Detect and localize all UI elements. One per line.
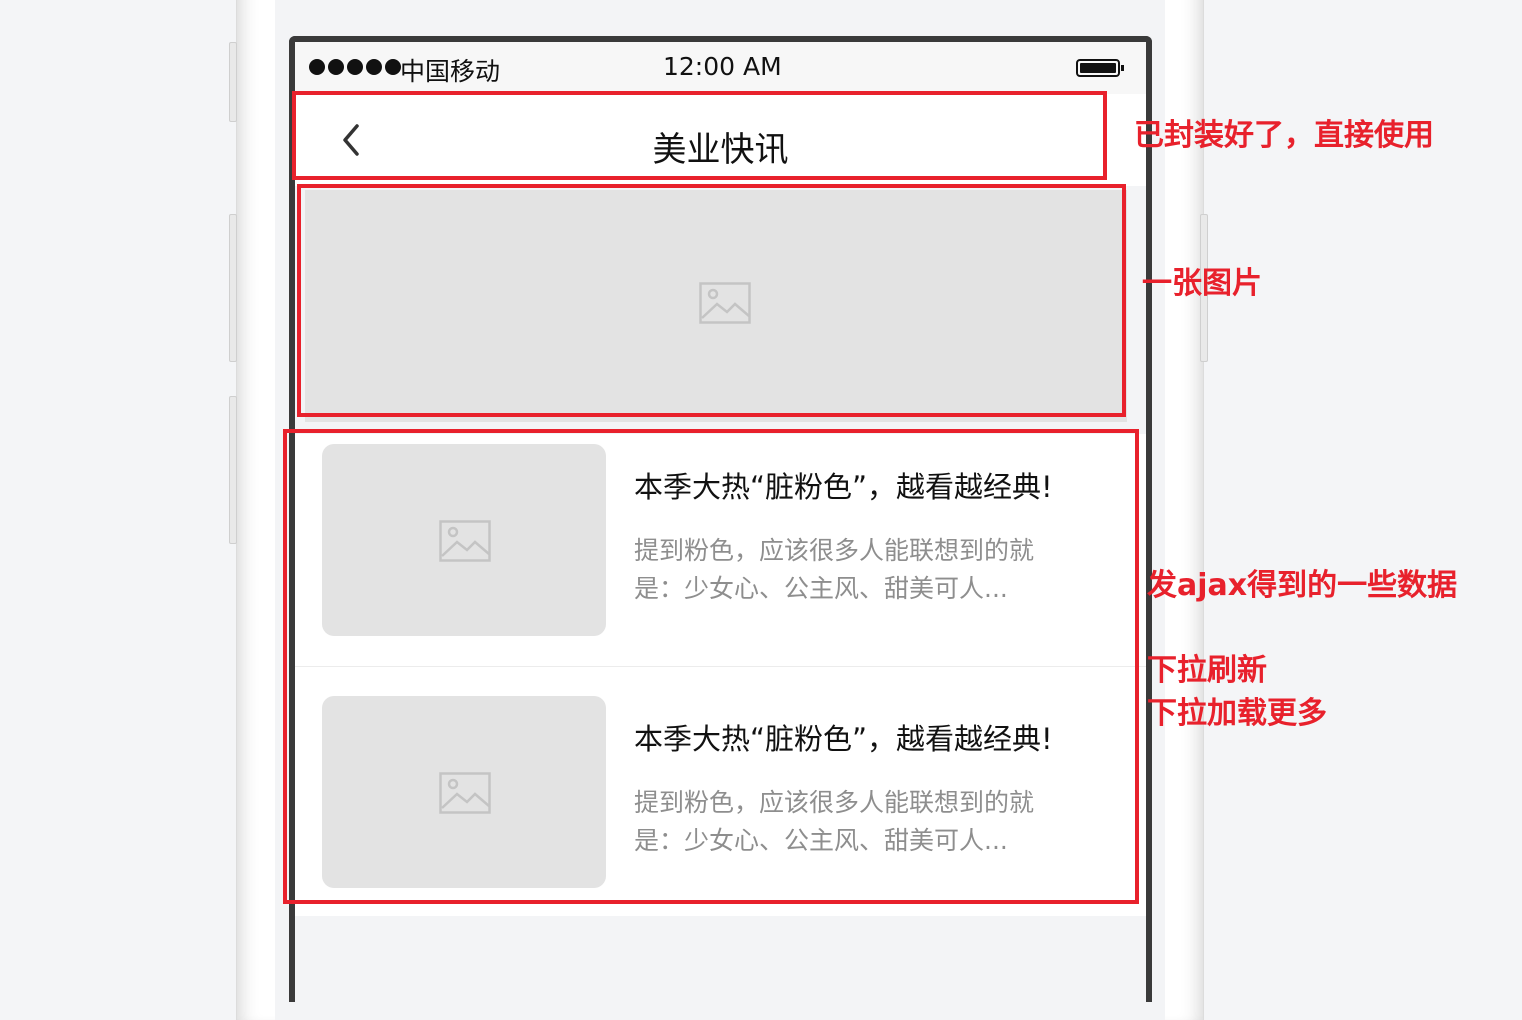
mute-switch xyxy=(229,42,237,122)
signal-strength-icon xyxy=(309,59,401,75)
load-more-annotation: 下拉加载更多 xyxy=(1147,696,1327,731)
volume-down-button xyxy=(229,396,237,544)
battery-icon xyxy=(1076,59,1124,77)
status-time: 12:00 AM xyxy=(663,52,782,81)
list-annotation-box xyxy=(283,429,1139,904)
banner-annotation-box xyxy=(297,184,1126,417)
refresh-annotation: 下拉刷新 xyxy=(1147,653,1267,688)
carrier-name: 中国移动 xyxy=(400,57,501,86)
banner-annotation: 一张图片 xyxy=(1142,266,1262,301)
volume-up-button xyxy=(229,214,237,362)
header-annotation-box xyxy=(292,91,1107,180)
list-annotation: 发ajax得到的一些数据 xyxy=(1147,568,1458,603)
header-annotation: 已封装好了，直接使用 xyxy=(1134,118,1434,153)
status-bar: 中国移动 12:00 AM xyxy=(295,42,1146,94)
